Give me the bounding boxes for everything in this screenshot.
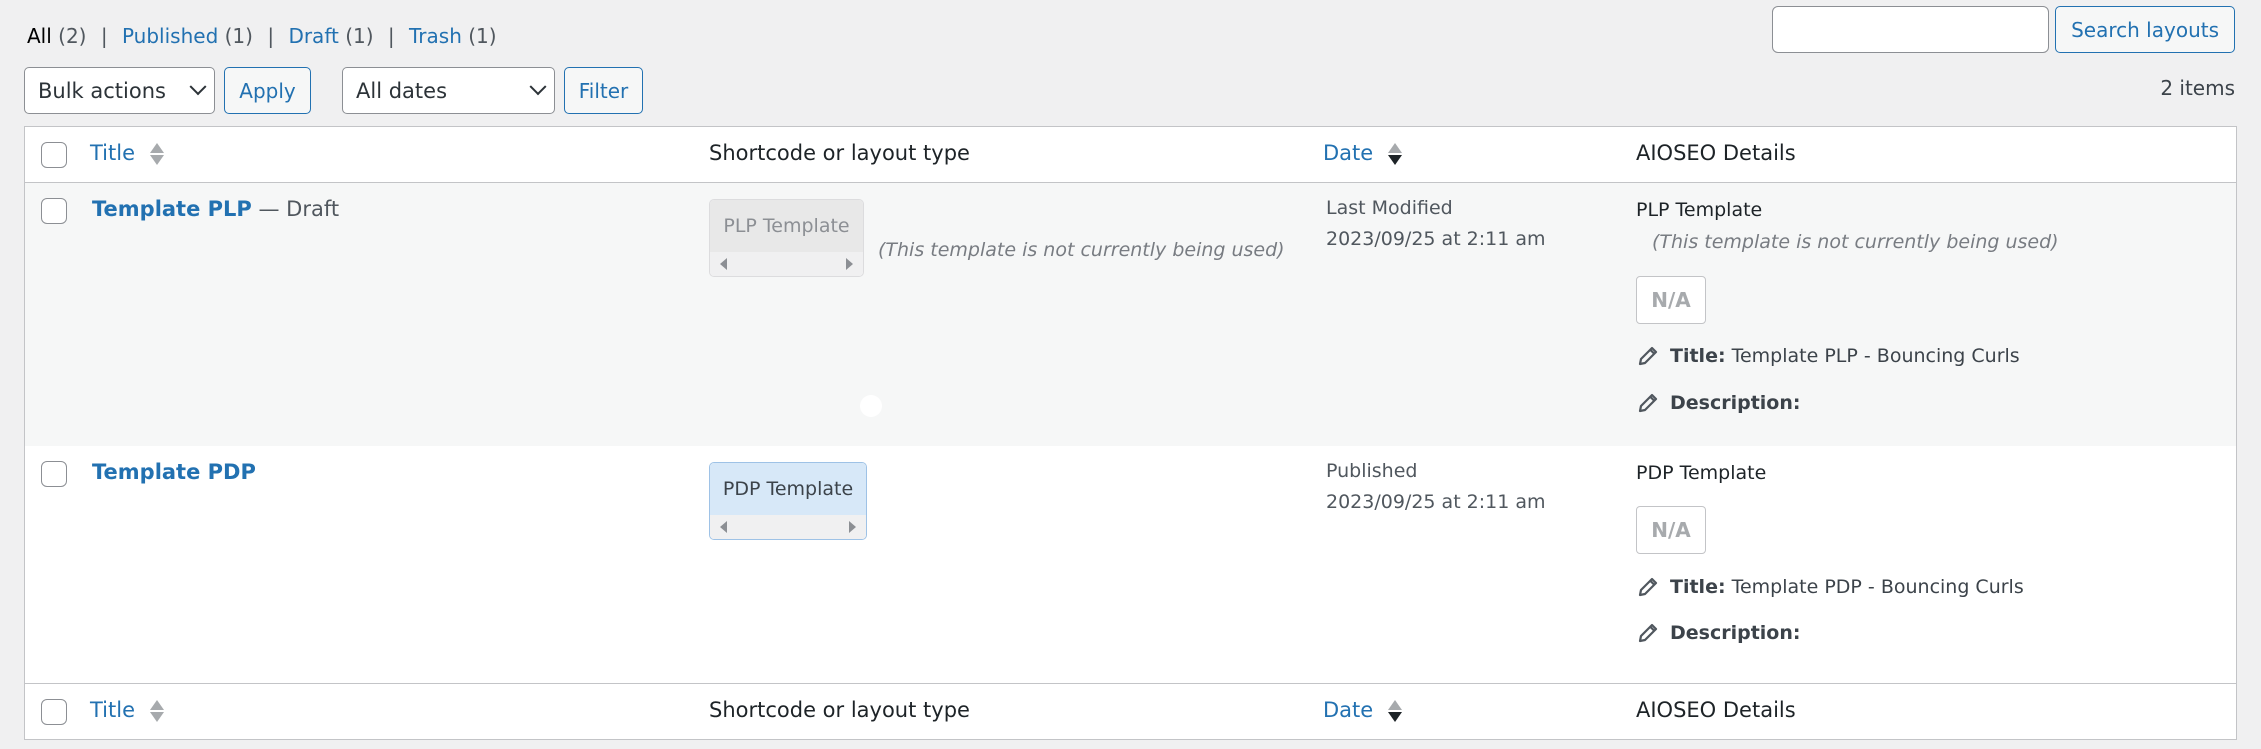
aioseo-title-field[interactable]: Title: Template PLP - Bouncing Curls [1638,345,2020,367]
column-title-label: Title [90,698,136,722]
sort-desc-icon [1387,142,1402,166]
row-title: Template PLP — Draft [92,197,339,221]
tablenav: Bulk actions Apply All dates Filter [24,67,643,114]
filter-draft-count: (1) [345,24,374,48]
layout-scrollbar[interactable] [710,515,866,539]
date-status: Published [1326,460,1418,482]
filter-trash-label: Trash [409,24,462,48]
aioseo-title-field[interactable]: Title: Template PDP - Bouncing Curls [1638,576,2024,598]
pencil-icon[interactable] [1638,577,1658,597]
column-title-sort-footer[interactable]: Title [90,698,164,723]
column-aioseo-footer: AIOSEO Details [1636,698,1796,722]
post-state: — Draft [251,197,340,221]
layout-type-box[interactable]: PLP Template [709,199,864,277]
layout-type-box[interactable]: PDP Template [709,462,867,540]
filter-published[interactable]: Published (1) [122,24,253,48]
select-all-checkbox-footer[interactable] [41,699,67,725]
bulk-actions-value: Bulk actions [38,78,166,103]
aioseo-title-value: Template PLP - Bouncing Curls [1731,345,2020,367]
row-checkbox[interactable] [41,198,67,224]
column-date-sort[interactable]: Date [1323,141,1402,166]
layout-scrollbar[interactable] [710,252,863,276]
filter-all-count: (2) [58,24,87,48]
filter-button[interactable]: Filter [564,67,643,114]
table-footer: Title Shortcode or layout type Date AIOS… [25,683,2236,739]
scroll-left-icon[interactable] [720,521,727,533]
column-title-sort[interactable]: Title [90,141,164,166]
table-row: Template PLP — Draft PLP Template (This … [25,183,2236,446]
column-shortcode-footer: Shortcode or layout type [709,698,970,722]
filter-draft[interactable]: Draft (1) [288,24,373,48]
dates-select[interactable]: All dates [342,67,555,114]
filter-published-count: (1) [224,24,253,48]
layout-note: (This template is not currently being us… [878,239,1285,261]
date-value: 2023/09/25 at 2:11 am [1326,228,1546,250]
separator: | [267,24,275,48]
aioseo-title-label: Title: [1670,576,1726,598]
date-cell: Published 2023/09/25 at 2:11 am [1326,456,1546,518]
scroll-right-icon[interactable] [846,258,853,270]
status-filter-links: All (2) | Published (1) | Draft (1) | Tr… [27,24,497,48]
aioseo-title-label: Title: [1670,345,1726,367]
sort-desc-icon [1387,699,1402,723]
sort-icon [149,142,164,166]
aioseo-description-label: Description: [1670,622,1801,644]
sort-icon [149,699,164,723]
separator: | [100,24,108,48]
date-status: Last Modified [1326,197,1453,219]
separator: | [387,24,395,48]
date-value: 2023/09/25 at 2:11 am [1326,491,1546,513]
table-header: Title Shortcode or layout type Date AIOS… [25,127,2236,183]
row-title-link[interactable]: Template PDP [92,460,256,484]
aioseo-name: PLP Template [1636,199,1763,221]
filter-trash[interactable]: Trash (1) [409,24,497,48]
aioseo-description-field[interactable]: Description: [1638,392,1801,414]
layouts-table: Title Shortcode or layout type Date AIOS… [24,126,2237,740]
scroll-left-icon[interactable] [720,258,727,270]
filter-all[interactable]: All [27,24,52,48]
bulk-actions-select[interactable]: Bulk actions [24,67,215,114]
search-input[interactable] [1772,6,2050,53]
filter-all-label: All [27,24,52,48]
dates-value: All dates [356,78,448,103]
row-title: Template PDP [92,460,256,484]
chevron-down-icon [189,77,207,95]
search-box: Search layouts [1772,6,2235,53]
row-title-link[interactable]: Template PLP [92,197,252,221]
table-row: Template PDP PDP Template Published 2023… [25,446,2236,679]
filter-draft-label: Draft [288,24,339,48]
aioseo-score-badge: N/A [1636,506,1706,554]
aioseo-name: PDP Template [1636,462,1767,484]
aioseo-note: (This template is not currently being us… [1652,231,2059,253]
aioseo-description-label: Description: [1670,392,1801,414]
apply-button[interactable]: Apply [224,67,311,114]
pencil-icon[interactable] [1638,346,1658,366]
column-date-sort-footer[interactable]: Date [1323,698,1402,723]
date-cell: Last Modified 2023/09/25 at 2:11 am [1326,193,1546,255]
search-layouts-button[interactable]: Search layouts [2055,6,2235,53]
chevron-down-icon [529,77,547,95]
column-shortcode: Shortcode or layout type [709,141,970,165]
mouse-cursor [860,395,882,417]
filter-trash-count: (1) [468,24,497,48]
pencil-icon[interactable] [1638,393,1658,413]
filter-published-label: Published [121,24,219,48]
layout-type-label: PDP Template [710,463,866,515]
aioseo-description-field[interactable]: Description: [1638,622,1801,644]
pencil-icon[interactable] [1638,623,1658,643]
scroll-right-icon[interactable] [849,521,856,533]
select-all-checkbox[interactable] [41,142,67,168]
aioseo-title-value: Template PDP - Bouncing Curls [1731,576,2024,598]
items-count: 2 items [2160,76,2235,100]
column-date-label: Date [1323,141,1374,165]
row-checkbox[interactable] [41,461,67,487]
column-aioseo: AIOSEO Details [1636,141,1796,165]
column-date-label: Date [1323,698,1374,722]
layout-type-label: PLP Template [710,200,863,252]
aioseo-score-badge: N/A [1636,276,1706,324]
column-title-label: Title [90,141,136,165]
